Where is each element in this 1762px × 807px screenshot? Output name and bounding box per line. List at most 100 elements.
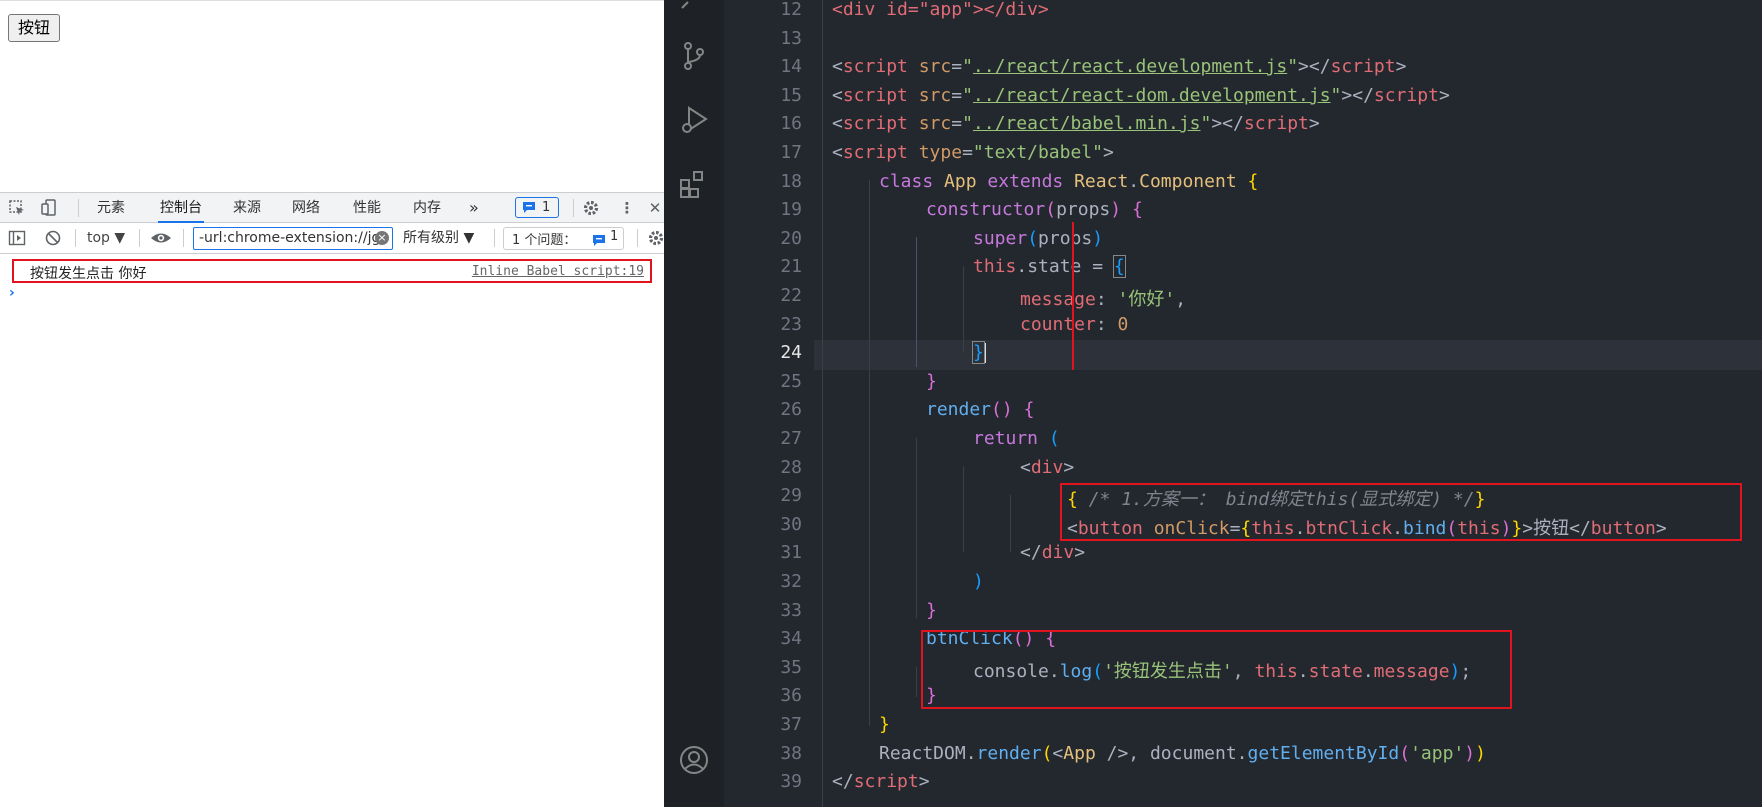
code-line-38: ReactDOM.render(<App />, document.getEle… <box>879 743 1486 764</box>
code-area[interactable]: <div id="app"></div> <script src="../rea… <box>814 0 1762 807</box>
line-number: 28 <box>780 457 802 478</box>
code-token: ReactDOM <box>879 743 966 764</box>
issues-badge-count: 1 <box>542 200 551 215</box>
line-number: 17 <box>780 142 802 163</box>
browser-pane: 按钮 元素 控制台 来源 网络 性能 内存 » 1 ⋮ ✕ top ▼ -url… <box>0 0 664 807</box>
code-token: "text/babel" <box>972 142 1103 163</box>
line-number: 18 <box>780 171 802 192</box>
code-editor: 12 13 14 15 16 17 18 19 20 21 22 23 24 2… <box>664 0 1762 807</box>
indent-guide <box>1010 495 1011 552</box>
context-selector[interactable]: top ▼ <box>87 223 125 253</box>
console-filter-input[interactable]: -url:chrome-extension://jg <box>193 227 393 250</box>
code-token: 'app' <box>1410 743 1465 764</box>
more-tabs-button[interactable]: » <box>469 193 479 223</box>
tab-performance[interactable]: 性能 <box>353 193 381 223</box>
activity-bar <box>664 0 724 807</box>
highlight-box-btnclick <box>921 630 1512 709</box>
code-line-17: <script type="text/babel"> <box>832 142 1114 163</box>
toolbar-separator <box>139 229 140 247</box>
highlight-box <box>1072 222 1076 370</box>
code-token: counter <box>1020 314 1096 335</box>
code-token: src <box>918 56 952 77</box>
code-line-21: this.state = { <box>973 255 1126 278</box>
console-source-link[interactable]: Inline Babel script:19 <box>472 264 644 279</box>
live-expression-eye-icon[interactable] <box>150 229 172 247</box>
code-line-26: render() { <box>926 399 1035 420</box>
code-token: render <box>976 743 1042 764</box>
extensions-icon[interactable] <box>678 168 710 200</box>
account-icon[interactable] <box>678 744 710 776</box>
code-line-37: } <box>879 714 890 735</box>
issues-label: 1 个问题： <box>512 233 577 248</box>
log-level-dropdown[interactable]: 所有级别 ▼ <box>403 223 474 253</box>
code-token: Component <box>1139 171 1237 192</box>
code-token: <div id="app"></div> <box>832 0 1049 20</box>
console-settings-gear-icon[interactable] <box>647 229 665 247</box>
line-number: 30 <box>780 514 802 535</box>
code-token: script <box>1330 56 1396 77</box>
page-viewport: 按钮 <box>0 0 664 193</box>
device-toolbar-icon[interactable] <box>40 199 58 217</box>
code-line-27: return ( <box>973 428 1060 449</box>
line-number: 13 <box>780 28 802 49</box>
code-token: src <box>918 113 952 134</box>
tab-network[interactable]: 网络 <box>292 193 320 223</box>
line-number: 22 <box>780 285 802 306</box>
tab-elements[interactable]: 元素 <box>97 193 125 223</box>
toolbar-separator <box>637 229 638 247</box>
settings-gear-icon[interactable] <box>582 199 600 217</box>
line-number: 39 <box>780 771 802 792</box>
code-token: return <box>973 428 1039 449</box>
issues-badge[interactable]: 1 <box>515 197 559 218</box>
issues-count-button[interactable]: 1 个问题： 1 <box>503 227 624 250</box>
inspect-element-icon[interactable] <box>8 199 26 217</box>
indent-guide <box>916 438 917 618</box>
run-debug-icon[interactable] <box>678 104 710 136</box>
code-token: message <box>1020 289 1096 310</box>
code-line-25: } <box>926 371 937 392</box>
source-control-icon[interactable] <box>678 40 710 72</box>
code-line-20: super(props) <box>973 228 1104 249</box>
line-number: 14 <box>780 56 802 77</box>
tab-memory[interactable]: 内存 <box>413 193 441 223</box>
page-button[interactable]: 按钮 <box>8 14 61 42</box>
kebab-menu-icon[interactable]: ⋮ <box>618 199 636 217</box>
text-cursor <box>983 343 986 363</box>
indent-guide <box>963 466 964 552</box>
line-number: 38 <box>780 743 802 764</box>
code-token: script <box>1243 113 1309 134</box>
tab-console[interactable]: 控制台 <box>158 193 204 223</box>
code-line-22: message: '你好', <box>1020 289 1187 310</box>
code-token: script <box>842 56 908 77</box>
code-line-28: <div> <box>1020 457 1075 478</box>
line-number: 20 <box>780 228 802 249</box>
line-number: 36 <box>780 685 802 706</box>
code-token: getElementById <box>1247 743 1400 764</box>
code-line-24: } <box>972 341 986 364</box>
console-prompt[interactable]: › <box>9 285 15 301</box>
close-icon[interactable]: ✕ <box>646 199 664 217</box>
code-token: App <box>1063 743 1096 764</box>
indent-guide <box>963 266 964 352</box>
console-message: 按钮发生点击 你好 <box>30 266 147 282</box>
code-token: '你好' <box>1117 289 1176 310</box>
code-token: App <box>944 171 977 192</box>
code-token: ../react/react-dom.development.js <box>972 85 1331 106</box>
indent-guide <box>869 180 870 726</box>
code-token: script <box>842 85 908 106</box>
indent-guide <box>916 237 917 367</box>
code-token: render <box>926 399 992 420</box>
line-number: 26 <box>780 399 802 420</box>
clear-console-icon[interactable] <box>44 229 62 247</box>
tab-sources[interactable]: 来源 <box>233 193 261 223</box>
code-token: 0 <box>1117 314 1129 335</box>
clear-filter-icon[interactable]: × <box>375 231 389 245</box>
line-number: 32 <box>780 571 802 592</box>
sidebar-toggle-icon[interactable] <box>8 229 26 247</box>
code-token: extends <box>987 171 1064 192</box>
console-log-entry: 按钮发生点击 你好 Inline Babel script:19 <box>12 259 652 283</box>
search-icon[interactable] <box>678 0 710 20</box>
line-number: 27 <box>780 428 802 449</box>
code-line-15: <script src="../react/react-dom.developm… <box>832 85 1450 106</box>
code-token: ../react/react.development.js <box>972 56 1288 77</box>
